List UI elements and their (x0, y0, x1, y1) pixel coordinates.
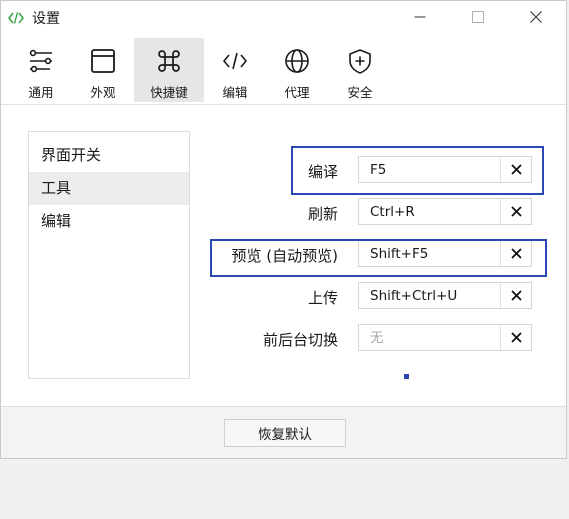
sidebar-item-tools[interactable]: 工具 (29, 172, 189, 205)
tab-label: 通用 (28, 85, 54, 100)
shortcut-field-toggle-foreground (358, 324, 532, 351)
tab-label: 编辑 (222, 85, 248, 100)
shortcut-label-toggle-foreground: 前后台切换 (262, 331, 338, 349)
window-icon (88, 46, 118, 76)
clear-shortcut-button[interactable] (500, 325, 531, 350)
clear-shortcut-button[interactable] (500, 199, 531, 224)
tab-label: 代理 (284, 85, 310, 100)
close-icon (510, 206, 522, 217)
tab-proxy[interactable]: 代理 (262, 38, 332, 102)
shortcut-field-upload (358, 282, 532, 309)
tab-editor[interactable]: 编辑 (200, 38, 270, 102)
shortcut-label-upload: 上传 (307, 289, 338, 307)
close-button[interactable] (513, 1, 559, 33)
settings-toolbar: 通用 外观 快捷键 编辑 代理 安全 (1, 33, 566, 105)
tab-security[interactable]: 安全 (325, 38, 395, 102)
restore-defaults-button[interactable]: 恢复默认 (224, 419, 346, 447)
minimize-button[interactable] (397, 1, 443, 33)
highlight-box-compile (291, 146, 544, 195)
tab-appearance[interactable]: 外观 (68, 38, 138, 102)
close-icon (510, 290, 522, 301)
tab-shortcuts[interactable]: 快捷键 (134, 38, 204, 102)
sliders-icon (26, 46, 56, 76)
shortcut-input-upload[interactable] (359, 283, 502, 308)
sidebar-item-edit[interactable]: 编辑 (29, 205, 189, 238)
code-icon (220, 46, 250, 76)
clear-shortcut-button[interactable] (500, 283, 531, 308)
globe-icon (282, 46, 312, 76)
shortcut-field-refresh (358, 198, 532, 225)
shield-plus-icon (345, 46, 375, 76)
dialog-footer: 恢复默认 (1, 406, 566, 458)
tab-label: 外观 (90, 85, 116, 100)
command-key-icon (154, 46, 184, 76)
highlight-box-preview (210, 239, 547, 277)
focus-indicator-dot (404, 374, 409, 379)
shortcut-input-refresh[interactable] (359, 199, 502, 224)
sidebar-item-interface-toggles[interactable]: 界面开关 (29, 139, 189, 172)
tab-label: 安全 (347, 85, 373, 100)
window-title: 设置 (32, 11, 60, 27)
tab-label: 快捷键 (150, 85, 188, 100)
tab-general[interactable]: 通用 (6, 38, 76, 102)
maximize-button[interactable] (455, 1, 501, 33)
title-bar: 设置 (1, 1, 566, 33)
close-icon (510, 332, 522, 343)
shortcut-category-list: 界面开关 工具 编辑 (28, 131, 190, 379)
settings-window: 设置 通用 外观 快捷键 编辑 代理 安全 界面开关 工具 编辑 编译 F5 刷… (0, 0, 567, 459)
shortcut-input-toggle-foreground[interactable] (359, 325, 502, 350)
code-icon (7, 10, 25, 24)
shortcut-label-refresh: 刷新 (307, 205, 338, 223)
